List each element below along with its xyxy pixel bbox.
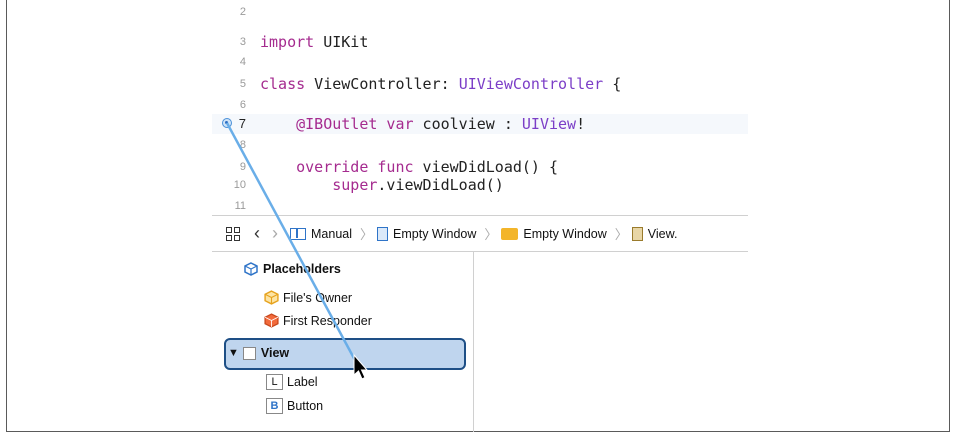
keyword: override func [260,158,414,176]
code-line: 8 [212,135,748,155]
line-number: 10 [233,179,246,191]
line-number: 8 [239,139,246,151]
xib-file-icon [631,226,643,241]
keyword: @IBOutlet var [260,115,414,133]
breadcrumb-label: Empty Window [393,226,477,241]
line-number: 5 [239,78,246,90]
breadcrumb-separator-icon: 〉 [614,227,628,242]
breadcrumb-item[interactable]: Manual [290,227,352,241]
files-owner-cube-icon [264,290,279,305]
keyword: super [260,176,378,194]
line-number: 4 [239,56,246,68]
view-square-icon [242,346,256,360]
code-line: 11 [212,196,748,216]
code-text[interactable]: import UIKit [260,32,368,52]
breadcrumb-item[interactable]: View. [631,226,678,241]
keyword: class [260,75,306,93]
line-number: 3 [239,36,246,48]
code-editor[interactable]: 2 3 import UIKit 4 5 class ViewControlle… [212,0,748,215]
first-responder-cube-icon [264,313,279,328]
code-line[interactable]: 9 override func viewDidLoad() { [212,157,748,177]
project-book-icon [290,227,306,240]
code-token: ViewController: [305,75,459,93]
code-line[interactable]: 5 class ViewController: UIViewController… [212,74,748,94]
forward-chevron-icon[interactable]: › [272,223,278,244]
code-line[interactable]: 10 super.viewDidLoad() [212,175,748,195]
breadcrumb-label: View. [647,226,678,241]
breadcrumb-item[interactable]: Empty Window [501,226,607,241]
code-text[interactable]: override func viewDidLoad() { [260,157,558,177]
document-icon [377,226,389,241]
breadcrumb-item[interactable]: Empty Window [377,226,477,241]
line-number: 2 [239,6,246,18]
outline-item-files-owner[interactable]: File's Owner [264,290,352,305]
code-token: UIKit [314,33,369,51]
type-name: UIView [521,115,577,133]
outline-item-view[interactable]: ▼ View [228,346,289,360]
outline-item-label[interactable]: L Label [266,374,318,390]
code-text[interactable]: super.viewDidLoad() [260,175,504,195]
code-line-highlighted[interactable]: 7 @IBOutlet var coolview : UIView! [212,114,748,134]
outline-item-button[interactable]: B Button [266,398,323,414]
disclosure-triangle-icon[interactable]: ▼ [228,347,239,359]
code-token: .viewDidLoad() [377,176,504,194]
files-owner-label: File's Owner [283,290,353,305]
line-number: 6 [239,99,246,111]
code-line[interactable]: 3 import UIKit [212,32,748,52]
code-text[interactable]: class ViewController: UIViewController { [260,74,621,94]
line-number: 9 [239,161,246,173]
code-token: ! [576,115,586,133]
folder-icon [501,227,519,240]
code-token: { [603,75,622,93]
label-l-icon: L [266,374,283,390]
outlet-connection-circle-icon[interactable] [222,118,232,128]
placeholder-cube-icon [244,262,258,276]
breadcrumb-separator-icon: 〉 [484,227,498,242]
button-item-label: Button [287,399,324,413]
breadcrumb-label: Manual [311,226,352,241]
code-line: 6 [212,95,748,115]
jump-bar: ‹ › Manual 〉 Empty Window 〉 Empty Window… [212,215,748,252]
view-label: View [260,346,290,360]
related-items-grid-icon[interactable] [226,226,240,241]
back-chevron-icon[interactable]: ‹ [254,223,260,244]
code-token: coolview : [413,115,522,133]
keyword: import [260,33,315,51]
first-responder-label: First Responder [283,313,372,328]
code-line: 2 [212,6,748,28]
code-text[interactable]: @IBOutlet var coolview : UIView! [260,114,585,134]
line-number: 11 [234,200,246,212]
code-token: viewDidLoad() { [413,158,559,176]
outline-placeholders[interactable]: Placeholders [244,262,341,276]
breadcrumb-separator-icon: 〉 [360,227,374,242]
button-b-icon: B [266,398,283,414]
breadcrumb-label: Empty Window [523,226,607,241]
type-name: UIViewController [458,75,604,93]
outline-item-first-responder[interactable]: First Responder [264,313,372,328]
label-item-label: Label [287,375,318,389]
placeholders-label: Placeholders [263,262,341,276]
code-line: 4 [212,52,748,72]
